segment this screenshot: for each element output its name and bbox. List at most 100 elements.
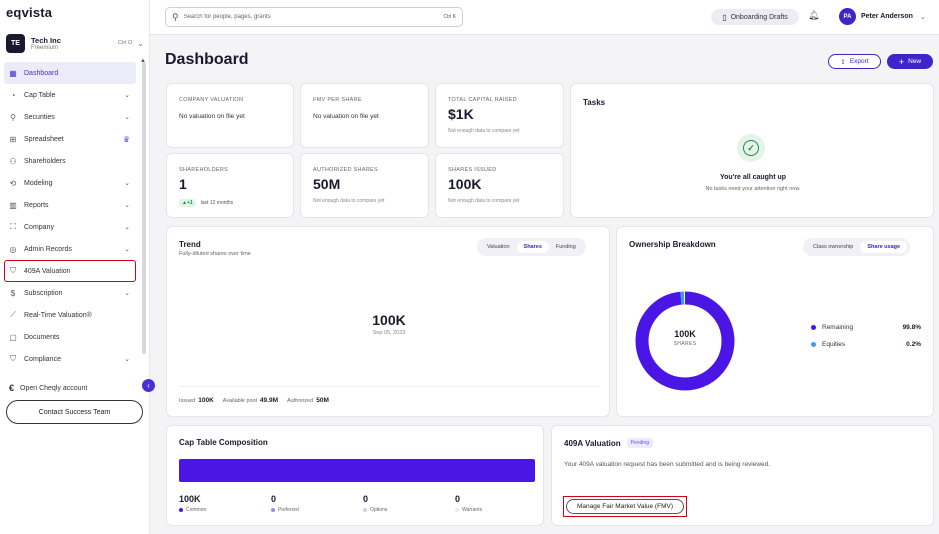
chevron-down-icon: ⌄ xyxy=(919,13,926,21)
sidebar-item-documents[interactable]: ▢ Documents xyxy=(4,326,136,348)
fmv-per-share-card: FMV PER SHARE No valuation on file yet xyxy=(300,83,429,148)
search-box[interactable]: ⚲ Ctrl K xyxy=(165,7,463,27)
sidebar-item-label: Reports xyxy=(24,201,49,209)
card-note: Not enough data to compare yet xyxy=(313,198,385,204)
sidebar-item-label: Spreadsheet xyxy=(24,135,64,143)
ownership-donut-chart: 100K SHARES xyxy=(631,287,739,395)
sidebar-item-dashboard[interactable]: ▦ Dashboard xyxy=(4,62,136,84)
sidebar-item-admin-records[interactable]: ◎ Admin Records ⌄ xyxy=(4,238,136,260)
sidebar-item-modeling[interactable]: ⟲ Modeling ⌄ xyxy=(4,172,136,194)
tasks-subtext: No tasks need your attention right now. xyxy=(705,186,801,192)
search-shortcut: Ctrl K xyxy=(443,14,457,20)
card-label: AUTHORIZED SHARES xyxy=(313,167,378,173)
bell-icon[interactable]: 🔔︎ xyxy=(808,10,819,21)
shareholders-card: SHAREHOLDERS 1 ▲+1 last 12 months xyxy=(166,153,294,218)
chevron-down-icon: ⌄ xyxy=(124,246,130,253)
card-label: FMV PER SHARE xyxy=(313,97,362,103)
sidebar-item-reports[interactable]: ▥ Reports ⌄ xyxy=(4,194,136,216)
stat-common: 100K Common xyxy=(179,494,271,513)
sidebar-item-securities[interactable]: ⚲ Securities ⌄ xyxy=(4,106,136,128)
sidebar-item-spreadsheet[interactable]: ⊞ Spreadsheet ♛ xyxy=(4,128,136,150)
sidebar-scrollbar[interactable] xyxy=(142,62,146,354)
securities-icon: ⚲ xyxy=(10,112,16,122)
tab-funding[interactable]: Funding xyxy=(549,241,583,253)
sidebar-nav: ▦ Dashboard ◔ Cap Table ⌄ ⚲ Securities ⌄… xyxy=(4,62,136,370)
company-plan: Freemium xyxy=(31,44,59,51)
export-button[interactable]: ⇪ Export xyxy=(828,54,881,69)
stat-label: Common xyxy=(186,507,207,513)
legend-pct: 0.2% xyxy=(906,341,921,348)
409a-valuation-card: 409A Valuation Pending Your 409A valuati… xyxy=(551,425,934,526)
sidebar-item-label: Modeling xyxy=(24,179,53,187)
sidebar-item-shareholders[interactable]: ⚇ Shareholders xyxy=(4,150,136,172)
collapse-sidebar-icon[interactable]: ‹ xyxy=(142,379,155,392)
dashboard-icon: ▦ xyxy=(9,68,17,78)
tab-class-ownership[interactable]: Class ownership xyxy=(806,241,860,253)
document-icon: ▯ xyxy=(722,12,727,22)
stat-value: 100K xyxy=(179,494,201,504)
valuation-title-row: 409A Valuation Pending xyxy=(564,438,653,448)
sidebar: eqvista TE Tech Inc Freemium Ctrl O ⌄ ▲ … xyxy=(0,0,150,534)
stat-warrants: 0 Warrants xyxy=(455,494,547,513)
cap-table-title: Cap Table Composition xyxy=(179,438,268,447)
open-cheqly-link[interactable]: € Open Cheqly account xyxy=(9,383,87,393)
chevron-down-icon: ⌄ xyxy=(124,180,130,187)
cheqly-label: Open Cheqly account xyxy=(20,384,88,392)
manage-fmv-label: Manage Fair Market Value (FMV) xyxy=(566,499,684,514)
search-input[interactable] xyxy=(183,14,444,20)
legend-name: Equities xyxy=(822,341,846,348)
stat-label: Preferred xyxy=(278,507,299,513)
onboarding-drafts-button[interactable]: ▯ Onboarding Drafts xyxy=(711,9,799,25)
sidebar-item-compliance[interactable]: ⛉ Compliance ⌄ xyxy=(4,348,136,370)
sidebar-item-409a-valuation[interactable]: ⛉ 409A Valuation xyxy=(4,260,136,282)
users-icon: ⚇ xyxy=(9,156,17,166)
card-label: SHARES ISSUED xyxy=(448,167,497,173)
donut-center-value: 100K xyxy=(674,329,696,339)
subscription-icon: $ xyxy=(10,288,16,298)
plus-icon: + xyxy=(898,56,905,67)
sidebar-item-label: Shareholders xyxy=(24,157,66,165)
authorized-value: 50M xyxy=(316,397,329,404)
legend-pct: 99.8% xyxy=(902,324,921,331)
card-note: Not enough data to compare yet xyxy=(448,198,520,204)
compliance-icon: ⛉ xyxy=(10,354,16,363)
sidebar-item-label: Admin Records xyxy=(24,245,72,253)
card-value: $1K xyxy=(448,106,474,122)
authorized-shares-card: AUTHORIZED SHARES 50M Not enough data to… xyxy=(300,153,429,218)
stat-value: 0 xyxy=(271,494,277,504)
pie-icon: ◔ xyxy=(10,90,16,100)
trend-card: Trend Fully-diluted shares over time Val… xyxy=(166,226,610,417)
sidebar-item-real-time-valuation[interactable]: ⟋ Real-Time Valuation® xyxy=(4,304,136,326)
valuation-description: Your 409A valuation request has been sub… xyxy=(564,461,771,468)
chevron-down-icon: ⌄ xyxy=(124,92,130,99)
company-switcher[interactable]: TE Tech Inc Freemium Ctrl O ⌄ xyxy=(6,32,144,54)
tasks-title: Tasks xyxy=(583,98,606,107)
cap-table-bar xyxy=(179,459,535,482)
pool-label: Available pool xyxy=(222,398,257,404)
tab-share-usage[interactable]: Share usage xyxy=(860,241,908,253)
contact-success-team-button[interactable]: Contact Success Team xyxy=(6,400,143,424)
legend-dot xyxy=(363,508,367,512)
donut-center-unit: SHARES xyxy=(673,341,697,347)
manage-fmv-button[interactable]: Manage Fair Market Value (FMV) xyxy=(563,496,687,517)
tab-shares[interactable]: Shares xyxy=(516,241,549,253)
sidebar-item-cap-table[interactable]: ◔ Cap Table ⌄ xyxy=(4,84,136,106)
sidebar-item-label: Company xyxy=(24,223,54,231)
shield-icon: ⛉ xyxy=(10,266,16,275)
shares-issued-card: SHARES ISSUED 100K Not enough data to co… xyxy=(435,153,564,218)
chevron-down-icon: ⌄ xyxy=(124,224,130,231)
sidebar-item-company[interactable]: ⛶ Company ⌄ xyxy=(4,216,136,238)
tab-valuation[interactable]: Valuation xyxy=(480,241,517,253)
trend-tabs: Valuation Shares Funding xyxy=(477,238,586,256)
sidebar-item-subscription[interactable]: $ Subscription ⌄ xyxy=(4,282,136,304)
new-button[interactable]: + New xyxy=(887,54,933,69)
legend-dot xyxy=(455,508,459,512)
user-name: Peter Anderson xyxy=(861,13,913,20)
card-delta: ▲+1 last 12 months xyxy=(179,199,233,207)
sidebar-item-label: Securities xyxy=(24,113,55,121)
trend-value: 100K xyxy=(372,312,406,328)
card-label: SHAREHOLDERS xyxy=(179,167,229,173)
app-logo[interactable]: eqvista xyxy=(6,5,52,20)
user-menu[interactable]: PA Peter Anderson ⌄ xyxy=(839,8,926,25)
records-icon: ◎ xyxy=(9,244,17,254)
